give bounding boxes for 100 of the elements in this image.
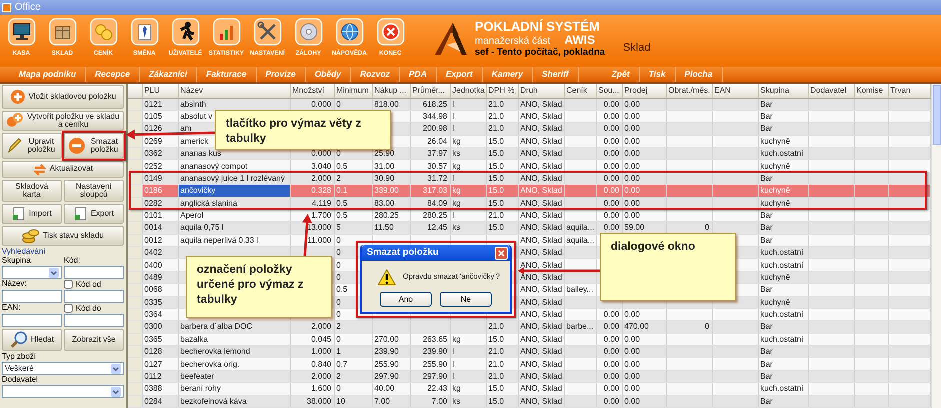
table-cell: 2.000 [290,320,334,334]
field-label: Dodavatel [2,376,40,384]
dialog-button[interactable]: Ne [440,292,492,307]
table-cell: Bar [758,222,808,234]
side-button[interactable]: Import [2,204,62,224]
table-cell: barbe... [564,320,596,334]
table-row[interactable]: 0127 becherovka orig. 0.840 0.7 255.90 255.90 l 21.0 ANO, Sklad 0.00 0.00 Bar [128,358,930,370]
scrollbar[interactable] [930,84,941,408]
table-cell: ANO, Sklad [518,98,564,110]
table-cell: 11.50 [372,222,410,234]
table-cell: 0.5 [334,160,372,172]
table-cell: l [450,98,486,110]
close-button[interactable] [495,246,508,260]
side-button[interactable]: Smazat položku [64,133,124,159]
side-button[interactable]: Vytvořit položku ve skladu a ceníku [2,111,124,131]
column-header[interactable]: EAN [712,84,758,98]
side-button[interactable]: Aktualizovat [2,161,124,178]
link-icon [6,112,24,130]
table-cell: 0.00 [596,358,622,370]
dropdown[interactable]: Veškeré [2,362,124,375]
column-header[interactable]: Komise [854,84,888,98]
column-header[interactable]: Skupina [758,84,808,98]
side-button[interactable]: Export [64,204,124,224]
table-cell: 7.00 [372,395,410,408]
column-header[interactable]: DPH % [486,84,518,98]
table-row[interactable]: 0101 Aperol 1.700 0.5 280.25 280.25 l 21.0 ANO, Sklad 0.00 0.00 Bar [128,209,930,222]
table-cell: 317.03 [410,184,450,197]
column-header[interactable]: Nákup ... [372,84,410,98]
dropdown[interactable] [2,266,62,279]
table-row[interactable]: 0128 becherovka lemond 1.000 1 239.90 239.90 l 21.0 ANO, Sklad 0.00 0.00 Bar [128,346,930,358]
table-cell: 0.00 [596,382,622,395]
dialog-button[interactable]: Ano [380,292,432,307]
table-cell: 4.119 [290,197,334,210]
input-field[interactable] [64,290,124,303]
side-button[interactable]: Nastavení sloupců [64,180,124,202]
table-cell: 0.00 [622,395,666,408]
column-header[interactable]: Množství [290,84,334,98]
table-cell: l [450,122,486,136]
table-row[interactable]: 0284 bezkofeinová káva 38.000 10 7.00 7.00 ks 15.0 ANO, Sklad 0.00 0.00 Bar [128,395,930,408]
table-cell: ANO, Sklad [518,395,564,408]
input-field[interactable] [2,314,62,327]
side-button[interactable]: Upravit položku [2,133,62,159]
column-header[interactable]: Jednotka [450,84,486,98]
table-cell: kuchyně [758,160,808,172]
search-button[interactable]: Hledat [2,329,62,351]
monitor-icon [8,18,36,46]
side-button[interactable]: Zobrazit vše [64,329,124,351]
table-cell: 0121 [142,98,178,110]
close-icon [496,248,507,258]
input-field[interactable] [2,290,62,303]
table-cell: 15.0 [486,160,518,172]
table-cell: 0.00 [596,197,622,210]
table-row[interactable]: 0388 beraní rohy 1.600 0 40.00 22.43 kg 15.0 ANO, Sklad 0.00 0.00 kuch.ostatní [128,382,930,395]
table-row[interactable]: 0014 aquila 0,75 l 13.000 5 11.50 12.45 ks 15.0 ANO, Sklad aquila... 0.00 59.00 0 Bar [128,222,930,234]
column-header[interactable]: Prodej [622,84,666,98]
table-cell: 21.0 [486,358,518,370]
table-row[interactable]: 0112 beefeater 2.000 2 297.90 297.90 l 21.0 ANO, Sklad 0.00 0.00 Bar [128,370,930,383]
table-cell: ANO, Sklad [518,197,564,210]
table-row[interactable]: 0149 ananasový juice 1 l rozlévaný 2.000 2 30.90 31.72 l 15.0 ANO, Sklad 0.00 0.00 Bar [128,172,930,185]
table-cell: 21.0 [486,320,518,334]
table-cell: 0.00 [596,320,622,334]
table-cell: kg [450,197,486,210]
dropdown[interactable] [2,385,124,398]
checkbox[interactable] [64,304,73,313]
table-cell: 0.1 [334,184,372,197]
close-icon [376,18,404,46]
column-header[interactable]: Druh [518,84,564,98]
column-header[interactable]: Trvan [888,84,930,98]
input-field[interactable] [64,314,124,327]
table-cell: 255.90 [372,358,410,370]
table-cell: 0014 [142,222,178,234]
checkbox-label: Kód od [76,280,102,288]
table-cell: 0388 [142,382,178,395]
column-header[interactable]: Dodavatel [808,84,854,98]
table-cell: 0.00 [622,184,666,197]
column-header[interactable]: Název [178,84,290,98]
table-row[interactable]: 0300 barbera d´alba DOC 2.000 2 21.0 ANO, Sklad barbe... 0.00 470.00 0 Bar [128,320,930,334]
caret-icon [49,268,59,278]
input-field[interactable] [64,266,124,279]
side-button[interactable]: Skladová karta [2,180,62,202]
checkbox[interactable] [64,280,73,289]
table-row[interactable]: 0186 ančovičky 0.328 0.1 339.00 317.03 kg 15.0 ANO, Sklad 0.00 0.00 kuchyně [128,184,930,197]
column-header[interactable]: Minimum [334,84,372,98]
field-label: EAN: [2,304,22,313]
module-label: Sklad [623,40,651,56]
column-header[interactable]: Průměr... [410,84,450,98]
column-header[interactable]: Sou... [596,84,622,98]
side-button[interactable]: Tisk stavu skladu [2,226,124,246]
table-cell: kuch.ostatní [758,382,808,395]
table-row[interactable]: 0121 absinth 0.000 0 818.00 618.25 l 21.0 ANO, Sklad 0.00 0.00 Bar [128,98,930,110]
table-row[interactable]: 0365 bazalka 0.045 0 270.00 263.65 kg 15.0 ANO, Sklad 0.00 0.00 kuch.ostatní [128,333,930,346]
table-cell: 0.00 [596,395,622,408]
table-cell: 618.25 [410,98,450,110]
field-label: Typ zboží [2,353,38,361]
column-header[interactable]: Ceník [564,84,596,98]
side-button[interactable]: Vložit skladovou položku [2,85,124,109]
column-header[interactable]: PLU [142,84,178,98]
table-cell: 255.90 [410,358,450,370]
table-cell: 38.000 [290,395,334,408]
column-header[interactable]: Obrat./měs. [666,84,712,98]
